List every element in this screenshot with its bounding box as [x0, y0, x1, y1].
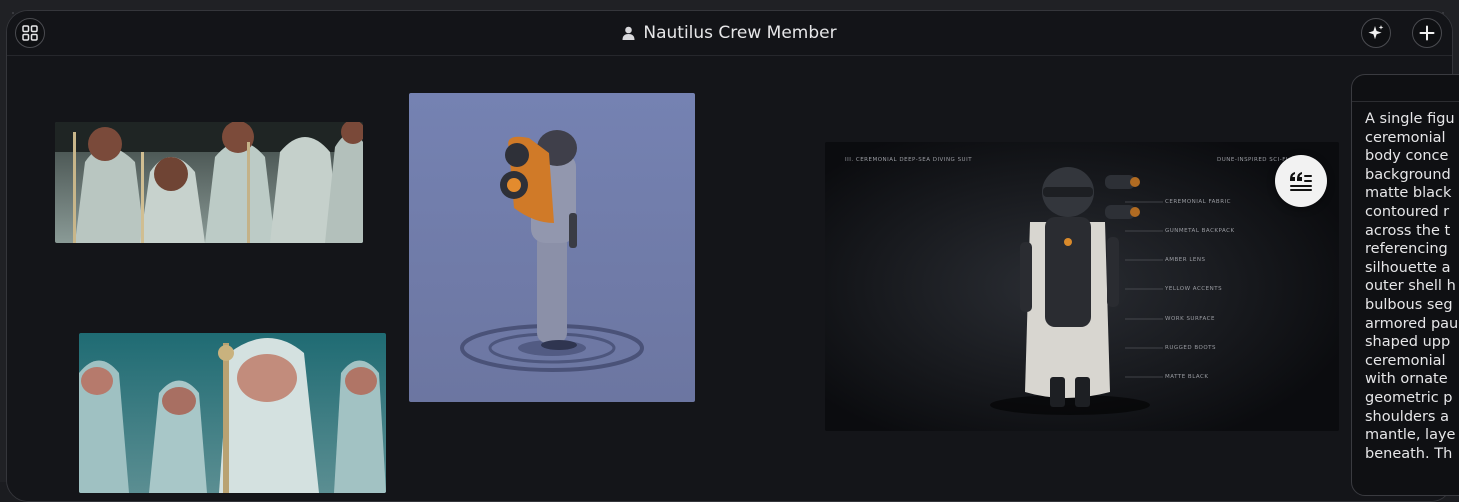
page-title-text: Nautilus Crew Member	[643, 23, 836, 43]
show-description-button[interactable]	[1275, 155, 1327, 207]
description-line: background	[1365, 166, 1459, 185]
description-line: geometric p	[1365, 389, 1459, 408]
page-title: Nautilus Crew Member	[7, 23, 1452, 43]
description-line: silhouette a	[1365, 259, 1459, 278]
description-line: mantle, laye	[1365, 426, 1459, 445]
image-card-concept-sheet[interactable]: III. CEREMONIAL DEEP-SEA DIVING SUIT DUN…	[825, 142, 1339, 431]
concept-heading-right: DUNE-INSPIRED SCI-FI	[1217, 157, 1288, 163]
description-line: shaped upp	[1365, 333, 1459, 352]
image-card-diver-model[interactable]	[409, 93, 695, 402]
description-line: across the t	[1365, 222, 1459, 241]
description-panel: A single figuceremonialbody concebackgro…	[1351, 74, 1459, 496]
description-line: matte black	[1365, 184, 1459, 203]
concept-label: MATTE BLACK	[1165, 374, 1209, 380]
image-card-robed-closeup[interactable]	[79, 333, 386, 493]
diver-model-image	[409, 93, 695, 402]
concept-label: GUNMETAL BACKPACK	[1165, 228, 1235, 234]
description-line: ceremonial	[1365, 129, 1459, 148]
plus-icon	[1419, 25, 1435, 41]
concept-label: AMBER LENS	[1165, 257, 1205, 263]
sparkle-icon	[1367, 24, 1385, 42]
quote-list-icon	[1289, 171, 1313, 191]
robed-closeup-image	[79, 333, 386, 493]
description-line: contoured r	[1365, 203, 1459, 222]
robed-procession-image	[55, 122, 363, 243]
description-text: A single figuceremonialbody concebackgro…	[1352, 102, 1459, 463]
description-line: body conce	[1365, 147, 1459, 166]
concept-sheet-image	[825, 142, 1339, 431]
description-line: armored pau	[1365, 315, 1459, 334]
description-line: outer shell h	[1365, 277, 1459, 296]
description-panel-header	[1352, 75, 1459, 102]
ai-assist-button[interactable]	[1361, 18, 1391, 48]
description-line: beneath. Th	[1365, 445, 1459, 464]
description-line: with ornate	[1365, 370, 1459, 389]
image-card-robed-procession[interactable]	[55, 122, 363, 243]
description-line: ceremonial	[1365, 352, 1459, 371]
description-line: bulbous seg	[1365, 296, 1459, 315]
concept-heading-left: III. CEREMONIAL DEEP-SEA DIVING SUIT	[845, 157, 972, 163]
description-line: shoulders a	[1365, 408, 1459, 427]
description-line: A single figu	[1365, 110, 1459, 129]
user-icon	[622, 26, 635, 40]
description-line: referencing	[1365, 240, 1459, 259]
concept-label: CEREMONIAL FABRIC	[1165, 199, 1231, 205]
top-bar: Nautilus Crew Member	[7, 11, 1452, 56]
concept-label: RUGGED BOOTS	[1165, 345, 1216, 351]
concept-label: YELLOW ACCENTS	[1165, 286, 1222, 292]
concept-label: WORK SURFACE	[1165, 316, 1215, 322]
add-button[interactable]	[1412, 18, 1442, 48]
